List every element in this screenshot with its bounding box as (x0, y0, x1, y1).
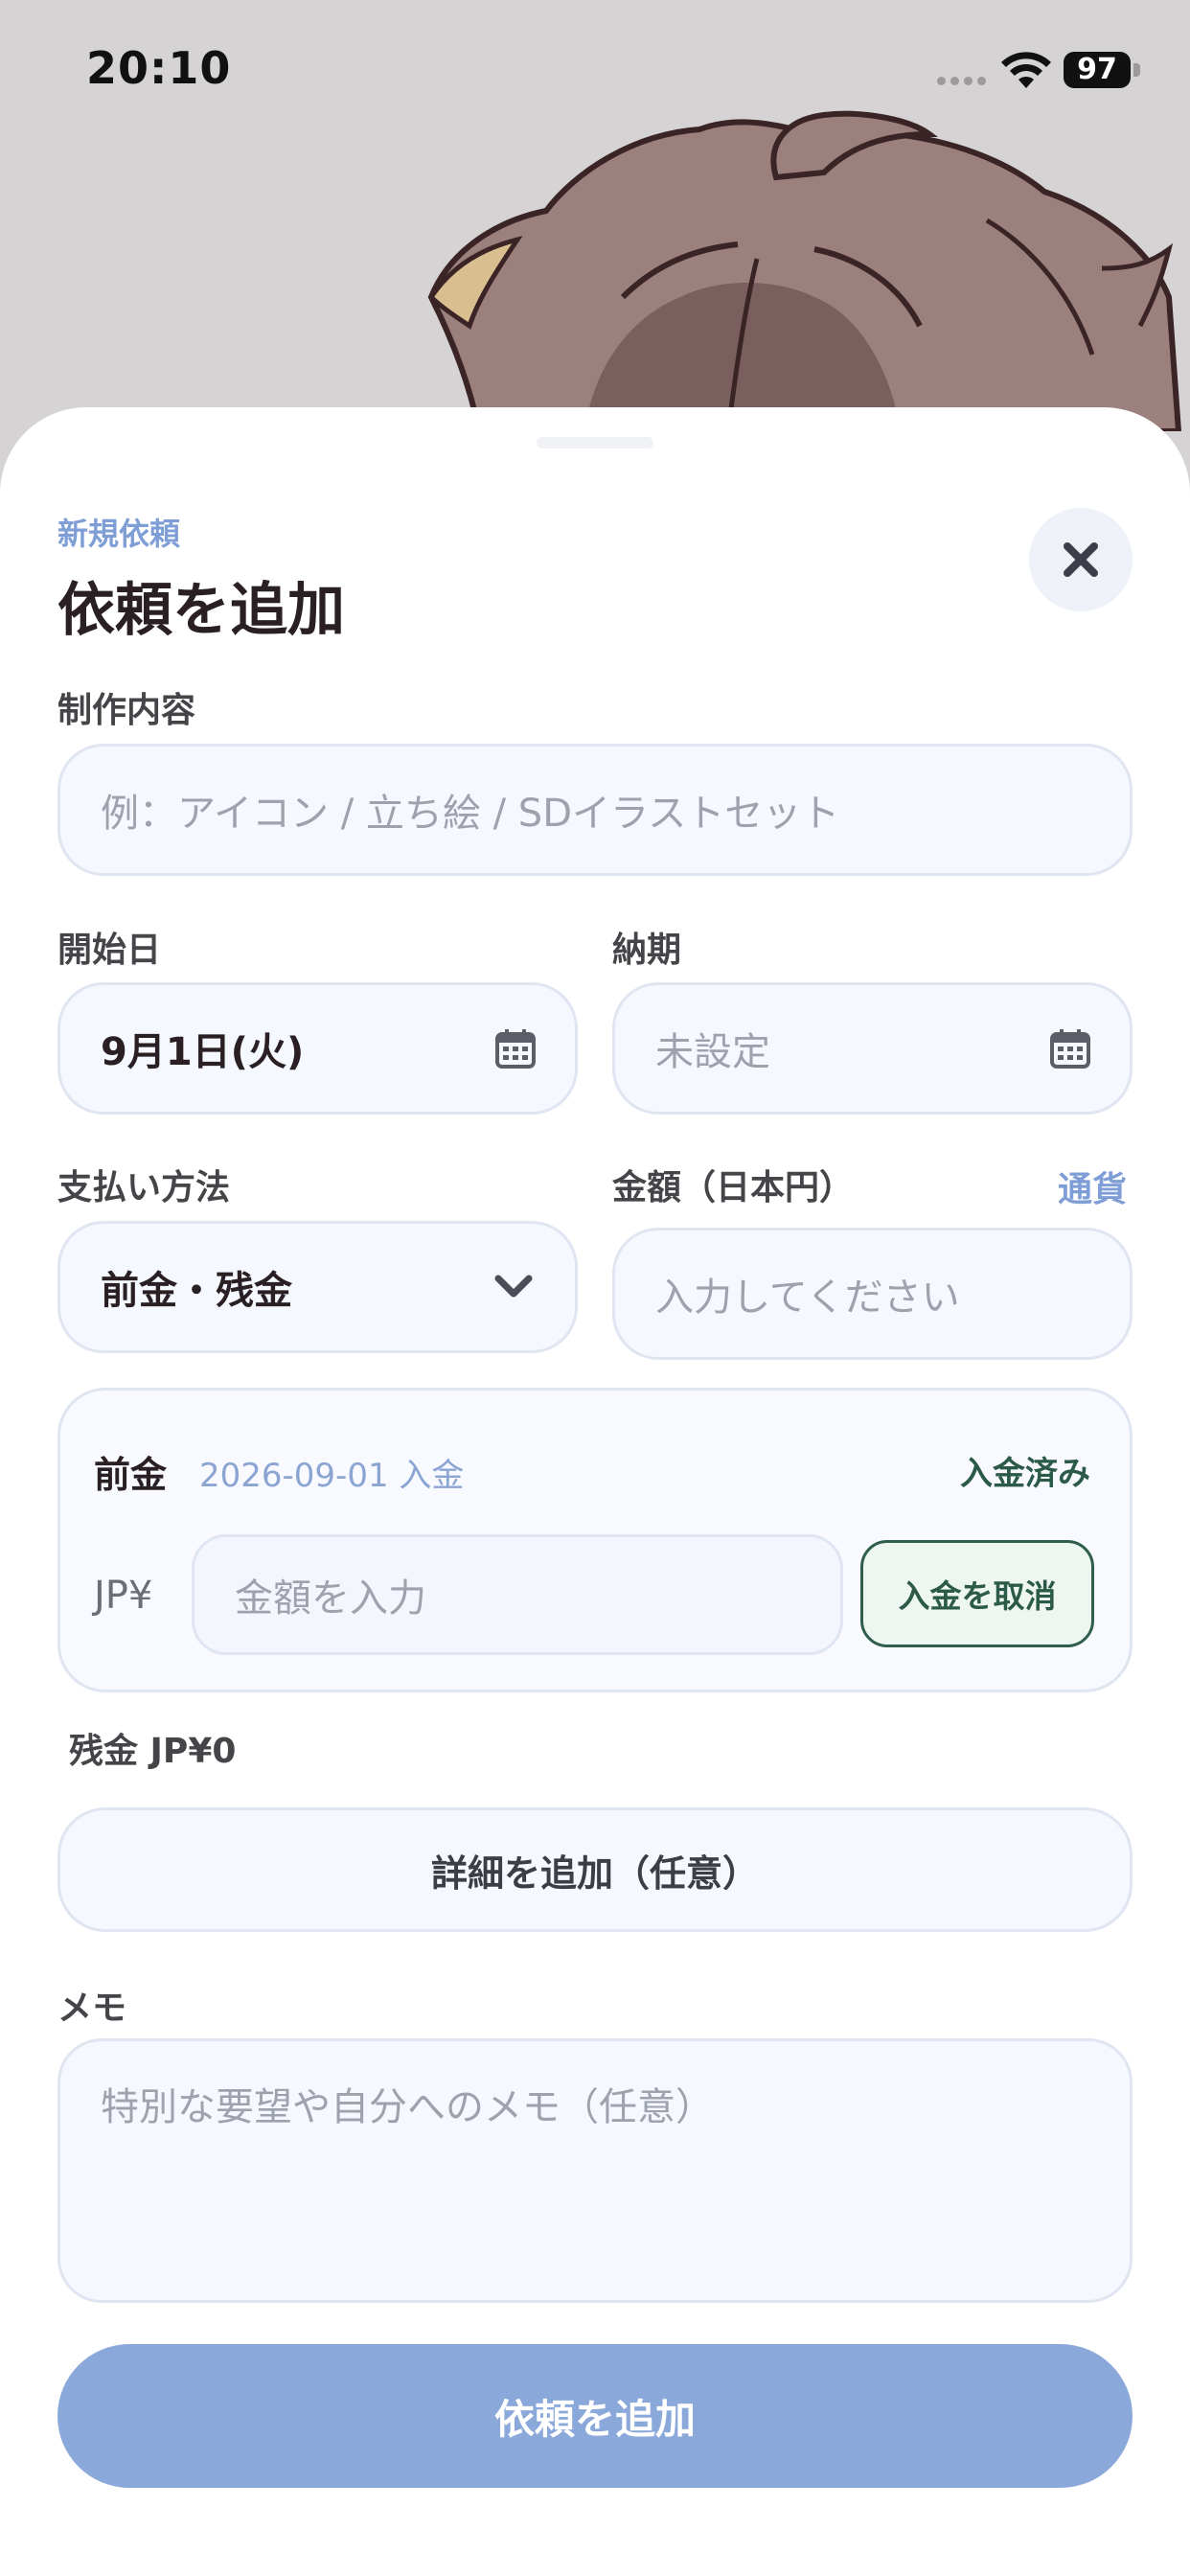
deposit-amount-placeholder: 金額を入力 (235, 1576, 426, 1621)
memo-label: メモ (57, 1989, 127, 2028)
page-title: 依頼を追加 (57, 577, 345, 644)
start-date-value: 9月1日(火) (101, 1030, 305, 1074)
calendar-icon (1050, 1029, 1090, 1069)
deposit-amount-input[interactable]: 金額を入力 (192, 1534, 843, 1655)
currency-link[interactable]: 通貨 (1058, 1162, 1127, 1211)
amount-input[interactable]: 入力してください (612, 1228, 1133, 1360)
content-placeholder: 例：アイコン / 立ち絵 / SDイラストセット (101, 792, 840, 836)
memo-placeholder: 特別な要望や自分へのメモ（任意） (101, 2085, 714, 2129)
status-time: 20:10 (86, 42, 232, 94)
memo-textarea[interactable]: 特別な要望や自分へのメモ（任意） (57, 2038, 1133, 2303)
cellular-signal-icon (937, 77, 986, 85)
deposit-currency: JP¥ (94, 1574, 153, 1618)
amount-placeholder: 入力してください (655, 1276, 960, 1320)
deposit-date: 2026-09-01 入金 (199, 1457, 465, 1495)
content-label: 制作内容 (57, 691, 196, 730)
close-icon (1064, 542, 1098, 577)
balance-text: 残金 JP¥0 (69, 1732, 237, 1771)
submit-button[interactable]: 依頼を追加 (57, 2344, 1133, 2488)
deadline-picker[interactable]: 未設定 (612, 982, 1133, 1115)
start-date-picker[interactable]: 9月1日(火) (57, 982, 578, 1115)
deposit-label: 前金 (94, 1454, 168, 1496)
deadline-label: 納期 (612, 931, 682, 970)
calendar-icon (495, 1029, 536, 1069)
chevron-down-icon (494, 1275, 533, 1298)
start-date-label: 開始日 (57, 931, 162, 970)
sheet-subtitle: 新規依頼 (57, 516, 181, 552)
add-details-button[interactable]: 詳細を追加（任意） (57, 1807, 1133, 1932)
payment-method-label: 支払い方法 (57, 1168, 231, 1208)
content-input[interactable]: 例：アイコン / 立ち絵 / SDイラストセット (57, 744, 1133, 876)
battery-tip (1133, 63, 1140, 77)
payment-method-value: 前金・残金 (101, 1269, 292, 1313)
payment-method-select[interactable]: 前金・残金 (57, 1221, 578, 1353)
close-button[interactable] (1029, 508, 1133, 611)
battery-icon: 97 (1064, 52, 1131, 88)
wifi-icon (1001, 52, 1051, 88)
cancel-deposit-button[interactable]: 入金を取消 (860, 1540, 1094, 1647)
amount-label: 金額（日本円） (612, 1168, 855, 1208)
character-illustration (427, 110, 1182, 431)
sheet-grabber[interactable] (537, 437, 653, 448)
deadline-placeholder: 未設定 (655, 1030, 770, 1074)
deposit-status-badge: 入金済み (960, 1455, 1090, 1493)
